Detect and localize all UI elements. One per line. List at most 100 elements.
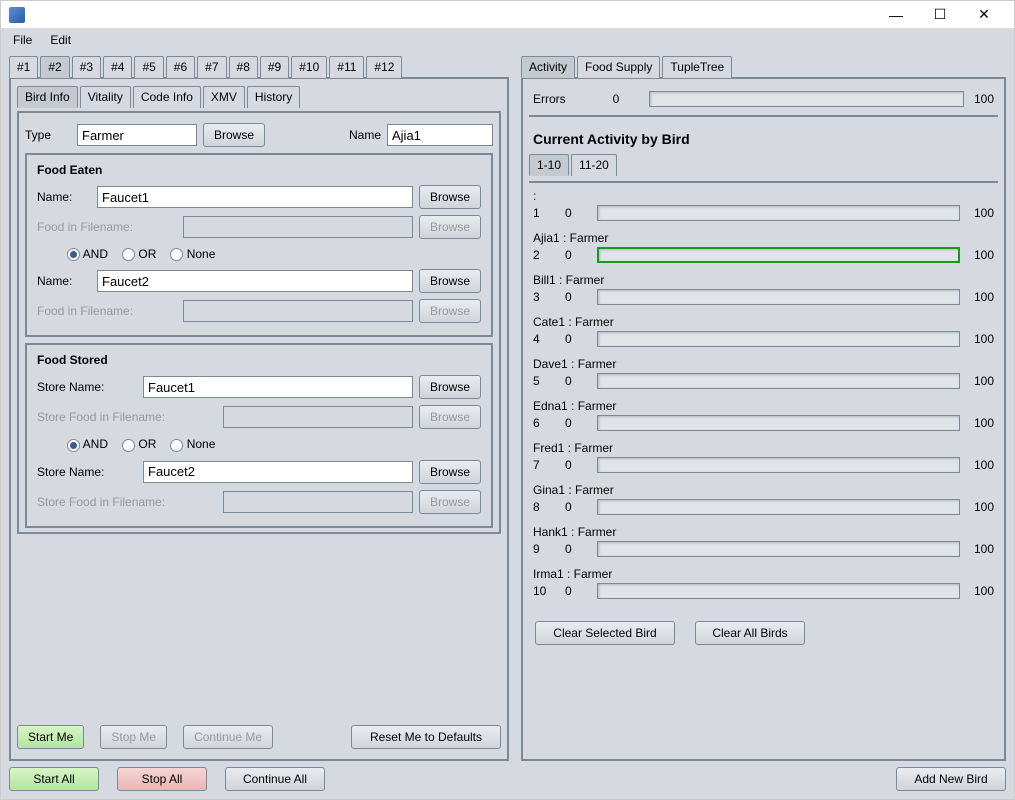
label-store-name2: Store Name: [37, 465, 137, 479]
bird-progress-bar [597, 205, 960, 221]
bird-value: 0 [565, 248, 583, 262]
bird-label: Gina1 : Farmer [533, 483, 994, 497]
right-tab-0[interactable]: Activity [521, 56, 575, 78]
bird-index: 4 [533, 332, 551, 346]
bird-value: 0 [565, 416, 583, 430]
info-tabs: Bird InfoVitalityCode InfoXMVHistory [17, 85, 501, 107]
bird-tab-5[interactable]: #6 [166, 56, 195, 78]
start-me-button[interactable]: Start Me [17, 725, 84, 749]
bird-label: : [533, 189, 994, 203]
browse-food-filename1-button: Browse [419, 215, 481, 239]
bird-label: Edna1 : Farmer [533, 399, 994, 413]
bird-progress-bar [597, 499, 960, 515]
stored-logic-radio: AND OR None [37, 437, 481, 451]
radio-and-eaten[interactable] [67, 248, 80, 261]
bird-tab-2[interactable]: #3 [72, 56, 101, 78]
store-food-filename2-input [223, 491, 413, 513]
start-all-button[interactable]: Start All [9, 767, 99, 791]
bird-index: 9 [533, 542, 551, 556]
bird-progress-bar [597, 247, 960, 263]
errors-max: 100 [974, 92, 994, 106]
eaten-name1-input[interactable] [97, 186, 413, 208]
info-tab-3[interactable]: XMV [203, 86, 245, 108]
bird-progress-bar [597, 415, 960, 431]
clear-all-button[interactable]: Clear All Birds [695, 621, 805, 645]
bird-tab-0[interactable]: #1 [9, 56, 38, 78]
bird-tab-9[interactable]: #10 [291, 56, 327, 78]
label-type: Type [25, 128, 71, 142]
bird-progress-bar [597, 457, 960, 473]
browse-type-button[interactable]: Browse [203, 123, 265, 147]
bird-tab-4[interactable]: #5 [134, 56, 163, 78]
info-tab-2[interactable]: Code Info [133, 86, 201, 108]
store-name2-input[interactable] [143, 461, 413, 483]
menu-file[interactable]: File [9, 31, 36, 49]
continue-me-button: Continue Me [183, 725, 273, 749]
radio-none-eaten[interactable] [170, 248, 183, 261]
bird-row: :10100 [533, 189, 994, 221]
range-tab-1[interactable]: 11-20 [571, 154, 617, 176]
maximize-button[interactable]: ☐ [918, 2, 962, 28]
browse-store2-button[interactable]: Browse [419, 460, 481, 484]
bird-max: 100 [974, 542, 994, 556]
menu-edit[interactable]: Edit [46, 31, 75, 49]
eaten-name2-input[interactable] [97, 270, 413, 292]
label-food-in-filename2: Food in Filename: [37, 304, 177, 318]
bird-value: 0 [565, 542, 583, 556]
bird-tab-11[interactable]: #12 [366, 56, 402, 78]
errors-row: Errors 0 100 [533, 91, 994, 107]
radio-or-stored[interactable] [122, 439, 135, 452]
store-name1-input[interactable] [143, 376, 413, 398]
name-input[interactable] [387, 124, 493, 146]
info-tab-1[interactable]: Vitality [80, 86, 131, 108]
bird-label: Irma1 : Farmer [533, 567, 994, 581]
bird-index: 8 [533, 500, 551, 514]
bird-value: 0 [565, 332, 583, 346]
browse-eaten1-button[interactable]: Browse [419, 185, 481, 209]
reset-me-button[interactable]: Reset Me to Defaults [351, 725, 501, 749]
right-tab-2[interactable]: TupleTree [662, 56, 732, 78]
bird-index: 5 [533, 374, 551, 388]
browse-store1-button[interactable]: Browse [419, 375, 481, 399]
minimize-button[interactable]: — [874, 2, 918, 28]
bird-value: 0 [565, 290, 583, 304]
java-icon [9, 7, 25, 23]
bird-tabs: #1#2#3#4#5#6#7#8#9#10#11#12 [9, 55, 509, 77]
add-new-bird-button[interactable]: Add New Bird [896, 767, 1006, 791]
content: #1#2#3#4#5#6#7#8#9#10#11#12 Bird InfoVit… [1, 51, 1014, 761]
range-tabs: 1-1011-20 [529, 153, 998, 175]
bird-action-row: Start Me Stop Me Continue Me Reset Me to… [17, 717, 501, 753]
bird-tab-8[interactable]: #9 [260, 56, 289, 78]
radio-and-stored[interactable] [67, 439, 80, 452]
bird-progress-bar [597, 373, 960, 389]
browse-store-filename1-button: Browse [419, 405, 481, 429]
bird-tab-3[interactable]: #4 [103, 56, 132, 78]
right-tab-1[interactable]: Food Supply [577, 56, 660, 78]
info-tab-0[interactable]: Bird Info [17, 86, 78, 108]
bird-tab-7[interactable]: #8 [229, 56, 258, 78]
radio-none-stored[interactable] [170, 439, 183, 452]
bird-index: 7 [533, 458, 551, 472]
bird-tab-10[interactable]: #11 [329, 56, 364, 78]
close-button[interactable]: ✕ [962, 2, 1006, 28]
bird-progress-bar [597, 583, 960, 599]
activity-panel: Errors 0 100 Current Activity by Bird 1-… [521, 77, 1006, 761]
bird-max: 100 [974, 248, 994, 262]
bird-max: 100 [974, 458, 994, 472]
bird-progress-bar [597, 331, 960, 347]
info-tab-4[interactable]: History [247, 86, 300, 108]
bird-label: Fred1 : Farmer [533, 441, 994, 455]
activity-buttons: Clear Selected Bird Clear All Birds [529, 609, 998, 651]
continue-all-button[interactable]: Continue All [225, 767, 325, 791]
radio-or-eaten[interactable] [122, 248, 135, 261]
bird-max: 100 [974, 374, 994, 388]
stop-all-button[interactable]: Stop All [117, 767, 207, 791]
range-tab-0[interactable]: 1-10 [529, 154, 569, 176]
bird-max: 100 [974, 416, 994, 430]
browse-eaten2-button[interactable]: Browse [419, 269, 481, 293]
type-input[interactable] [77, 124, 197, 146]
clear-selected-button[interactable]: Clear Selected Bird [535, 621, 675, 645]
bird-value: 0 [565, 206, 583, 220]
bird-tab-6[interactable]: #7 [197, 56, 226, 78]
bird-tab-1[interactable]: #2 [40, 56, 69, 78]
